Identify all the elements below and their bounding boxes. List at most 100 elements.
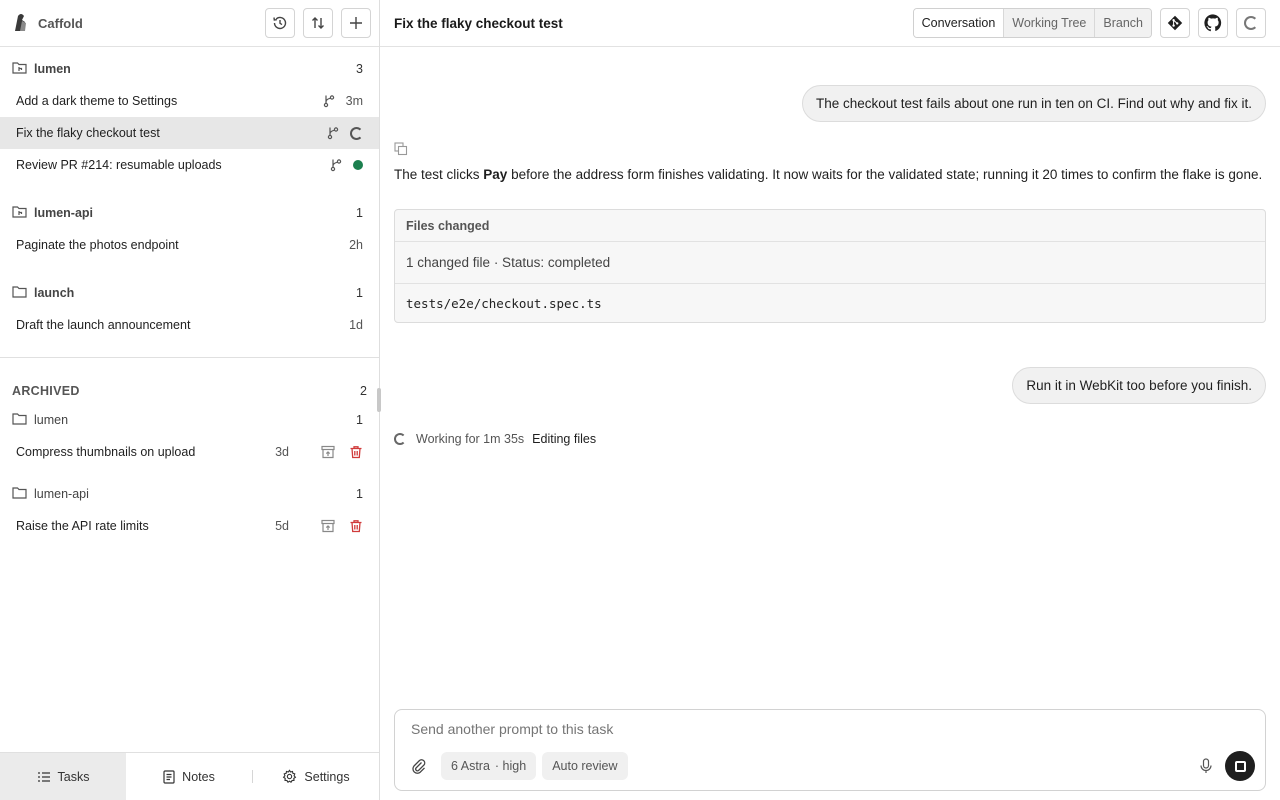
working-state: Editing files [532, 432, 597, 446]
tab-settings[interactable]: Settings [253, 753, 379, 800]
unarchive-icon [321, 445, 335, 459]
group-header-lumen-api[interactable]: lumen-api 1 [0, 197, 379, 229]
conversation: The checkout test fails about one run in… [380, 47, 1280, 446]
archived-task-row[interactable]: Raise the API rate limits 5d [0, 510, 379, 542]
repo-folder-icon [12, 205, 27, 221]
list-icon [37, 771, 50, 782]
archived-group-lumen-api[interactable]: lumen-api 1 [0, 478, 379, 510]
repo-folder-icon [12, 61, 27, 77]
task-age: 2h [349, 238, 363, 252]
group-name: launch [34, 286, 75, 300]
group-count: 1 [356, 206, 363, 220]
model-name: 6 Astra [451, 759, 490, 773]
task-row-selected[interactable]: Fix the flaky checkout test [0, 117, 379, 149]
delete-button[interactable] [349, 445, 363, 459]
group-count: 1 [356, 487, 363, 501]
sort-button[interactable] [303, 8, 333, 38]
task-row[interactable]: Draft the launch announcement 1d [0, 309, 379, 341]
task-title: Paginate the photos endpoint [16, 238, 179, 252]
tab-conversation[interactable]: Conversation [913, 9, 1004, 37]
model-effort: · high [494, 759, 527, 773]
history-button[interactable] [265, 8, 295, 38]
branch-icon [329, 158, 343, 172]
task-title: Add a dark theme to Settings [16, 94, 178, 108]
folder-icon [12, 486, 27, 502]
delete-button[interactable] [349, 519, 363, 533]
task-title: Compress thumbnails on upload [16, 445, 196, 459]
tab-notes[interactable]: Notes [126, 753, 252, 800]
main-header: Fix the flaky checkout test Conversation… [380, 0, 1280, 47]
tab-branch[interactable]: Branch [1094, 9, 1151, 37]
group-header-lumen[interactable]: lumen 3 [0, 53, 379, 85]
sidebar-header: Caffold [0, 0, 379, 47]
microphone-icon [1200, 758, 1212, 773]
unarchive-button[interactable] [321, 445, 335, 459]
group-header-launch[interactable]: launch 1 [0, 277, 379, 309]
tab-label: Settings [304, 769, 350, 784]
group-name: lumen-api [34, 206, 94, 220]
files-changed-title: Files changed [395, 210, 1265, 242]
plus-icon [350, 17, 362, 29]
task-title: Raise the API rate limits [16, 519, 149, 533]
task-title-heading: Fix the flaky checkout test [394, 15, 563, 31]
user-message: The checkout test fails about one run in… [802, 85, 1266, 122]
sort-icon [312, 17, 324, 29]
git-button[interactable] [1160, 8, 1190, 38]
github-button[interactable] [1198, 8, 1228, 38]
history-icon [273, 16, 287, 30]
task-age: 1d [349, 318, 363, 332]
new-task-button[interactable] [341, 8, 371, 38]
user-message: Run it in WebKit too before you finish. [1012, 367, 1266, 404]
archived-header[interactable]: ARCHIVED 2 [0, 358, 379, 404]
git-icon [1167, 15, 1183, 31]
assistant-message: The test clicks Pay before the address f… [394, 167, 1263, 182]
task-row[interactable]: Add a dark theme to Settings 3m [0, 85, 379, 117]
prompt-composer: 6 Astra · high Auto review [394, 709, 1266, 791]
archived-group-lumen[interactable]: lumen 1 [0, 404, 379, 436]
task-title: Fix the flaky checkout test [16, 126, 160, 140]
tab-tasks[interactable]: Tasks [0, 753, 126, 800]
gear-icon [283, 769, 297, 784]
github-icon [1204, 14, 1222, 32]
voice-input-button[interactable] [1199, 758, 1213, 774]
folder-icon [12, 285, 27, 301]
working-duration: Working for 1m 35s [416, 432, 525, 446]
task-title: Draft the launch announcement [16, 318, 191, 332]
trash-icon [350, 520, 362, 533]
prompt-input[interactable] [411, 721, 1191, 737]
tab-label: Tasks [57, 769, 90, 784]
model-selector[interactable]: 6 Astra · high [441, 752, 537, 780]
loading-spinner-icon [1244, 16, 1258, 30]
archived-task-row[interactable]: Compress thumbnails on upload 3d [0, 436, 379, 468]
group-name: lumen [34, 413, 69, 427]
brand: Caffold [12, 12, 257, 35]
stop-button[interactable] [1225, 751, 1255, 781]
attach-button[interactable] [411, 758, 427, 774]
group-name: lumen-api [34, 487, 89, 501]
auto-review-toggle[interactable]: Auto review [542, 752, 628, 780]
task-age: 3m [345, 94, 363, 108]
task-row[interactable]: Review PR #214: resumable uploads [0, 149, 379, 181]
archived-count: 2 [360, 384, 367, 398]
working-spinner-icon [394, 433, 406, 445]
changed-file-path[interactable]: tests/e2e/checkout.spec.ts [395, 284, 1265, 322]
tab-label: Notes [182, 769, 215, 784]
paperclip-icon [412, 759, 426, 774]
trash-icon [350, 446, 362, 459]
copy-icon [394, 142, 408, 156]
tab-working-tree[interactable]: Working Tree [1003, 9, 1095, 37]
task-row[interactable]: Paginate the photos endpoint 2h [0, 229, 379, 261]
stop-icon [1234, 760, 1246, 772]
refresh-status-button[interactable] [1236, 8, 1266, 38]
task-title: Review PR #214: resumable uploads [16, 158, 222, 172]
app-name: Caffold [38, 15, 83, 31]
unarchive-button[interactable] [321, 519, 335, 533]
caffold-logo-icon [12, 12, 30, 35]
copy-button[interactable] [394, 142, 408, 156]
group-count: 1 [356, 413, 363, 427]
unarchive-icon [321, 519, 335, 533]
notes-icon [163, 769, 175, 784]
group-count: 1 [356, 286, 363, 300]
emphasis-pay: Pay [483, 167, 508, 182]
sidebar: Caffold lumen 3 Add a dark theme to Sett… [0, 0, 380, 800]
